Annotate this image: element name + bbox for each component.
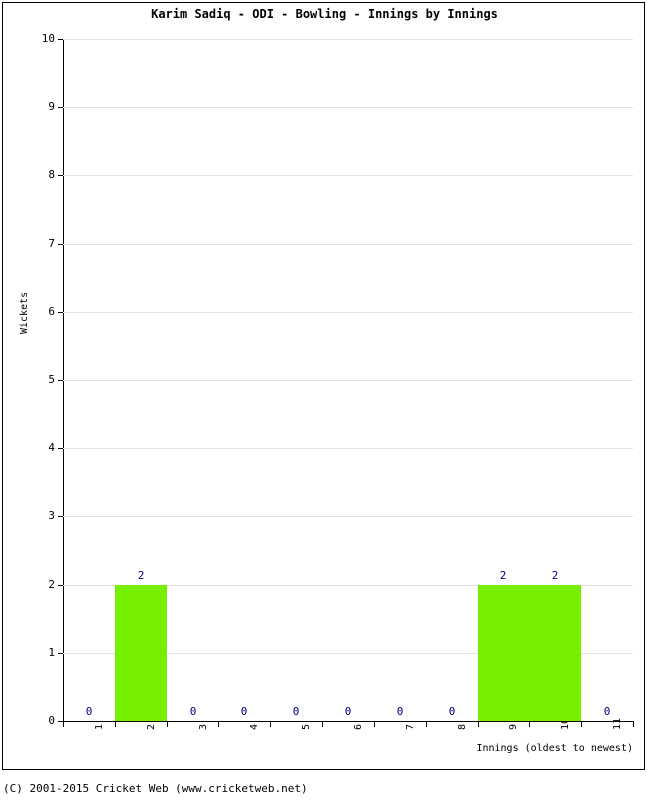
- x-axis-tick-label: 8: [456, 723, 468, 730]
- y-axis-tick-label: 4: [48, 441, 55, 455]
- x-axis-tick-label: 2: [145, 723, 157, 730]
- x-axis-tick-label: 11: [612, 717, 624, 730]
- gridline: [63, 311, 633, 313]
- gridline: [63, 107, 633, 109]
- x-axis-line: [63, 721, 634, 722]
- x-axis-tick: [426, 722, 427, 727]
- y-axis-tick: [58, 39, 63, 40]
- y-axis-tick-label: 9: [48, 100, 55, 114]
- y-axis-tick: [58, 175, 63, 177]
- x-axis-tick: [167, 722, 168, 727]
- chart-frame: Karim Sadiq - ODI - Bowling - Innings by…: [2, 2, 645, 770]
- x-axis-tick: [322, 722, 323, 727]
- y-axis-tick-label: 6: [48, 304, 55, 318]
- bar-value-label: 0: [85, 705, 93, 718]
- x-axis-tick-label: 5: [301, 723, 313, 730]
- gridline: [63, 39, 633, 40]
- y-axis-tick-label: 2: [48, 577, 55, 591]
- y-axis-tick: [58, 311, 63, 313]
- bar-value-label: 0: [189, 705, 197, 718]
- footer-copyright: (C) 2001-2015 Cricket Web (www.cricketwe…: [3, 782, 308, 795]
- bar-value-label: 0: [292, 705, 300, 718]
- bar-value-label: 0: [344, 705, 352, 718]
- x-axis-tick: [270, 722, 271, 727]
- x-axis-tick: [529, 722, 530, 727]
- y-axis-tick: [58, 584, 63, 586]
- x-axis-tick: [63, 722, 64, 727]
- chart-title: Karim Sadiq - ODI - Bowling - Innings by…: [151, 7, 498, 21]
- x-axis-tick: [478, 722, 479, 727]
- gridline: [63, 243, 633, 245]
- x-axis-tick-label: 6: [353, 723, 364, 730]
- gridline: [63, 516, 633, 518]
- y-axis-tick-label: 5: [48, 373, 55, 386]
- gridline: [63, 380, 633, 381]
- y-axis-tick: [58, 448, 63, 450]
- y-axis-tick: [58, 652, 63, 654]
- gridline: [63, 175, 633, 177]
- y-axis-tick-label: 1: [48, 645, 55, 659]
- x-axis-title: Innings (oldest to newest): [476, 743, 633, 754]
- bar-value-label: 2: [137, 569, 145, 582]
- bar-value-label: 0: [448, 705, 456, 718]
- gridline: [63, 448, 633, 450]
- y-axis-tick-label: 8: [48, 168, 55, 182]
- x-axis-tick: [581, 722, 582, 727]
- x-axis-tick: [633, 722, 634, 727]
- y-axis-tick-label: 10: [41, 32, 55, 45]
- bar-value-label: 0: [396, 705, 404, 718]
- y-axis-tick: [58, 107, 63, 109]
- bar: [529, 585, 581, 721]
- x-axis-tick-label: 9: [508, 723, 520, 730]
- bar: [478, 585, 530, 721]
- bar-value-label: 0: [603, 705, 611, 718]
- x-axis-tick-label: 7: [404, 723, 416, 730]
- x-axis-tick: [374, 722, 375, 727]
- y-axis-tick-label: 0: [48, 714, 55, 727]
- y-axis-tick-label: 7: [48, 236, 55, 250]
- y-axis-tick: [58, 243, 63, 245]
- y-axis-tick-label: 3: [48, 509, 55, 523]
- x-axis-tick: [115, 722, 116, 727]
- x-axis-tick-label: 4: [249, 723, 261, 730]
- bar-value-label: 2: [551, 569, 559, 582]
- bar-value-label: 0: [240, 705, 248, 718]
- y-axis-tick: [58, 380, 63, 381]
- x-axis-tick: [218, 722, 219, 727]
- x-axis-tick-label: 1: [93, 723, 105, 730]
- bar: [115, 585, 167, 721]
- y-axis-tick: [58, 516, 63, 518]
- bar-value-label: 2: [499, 569, 507, 582]
- x-axis-tick-label: 3: [197, 723, 209, 730]
